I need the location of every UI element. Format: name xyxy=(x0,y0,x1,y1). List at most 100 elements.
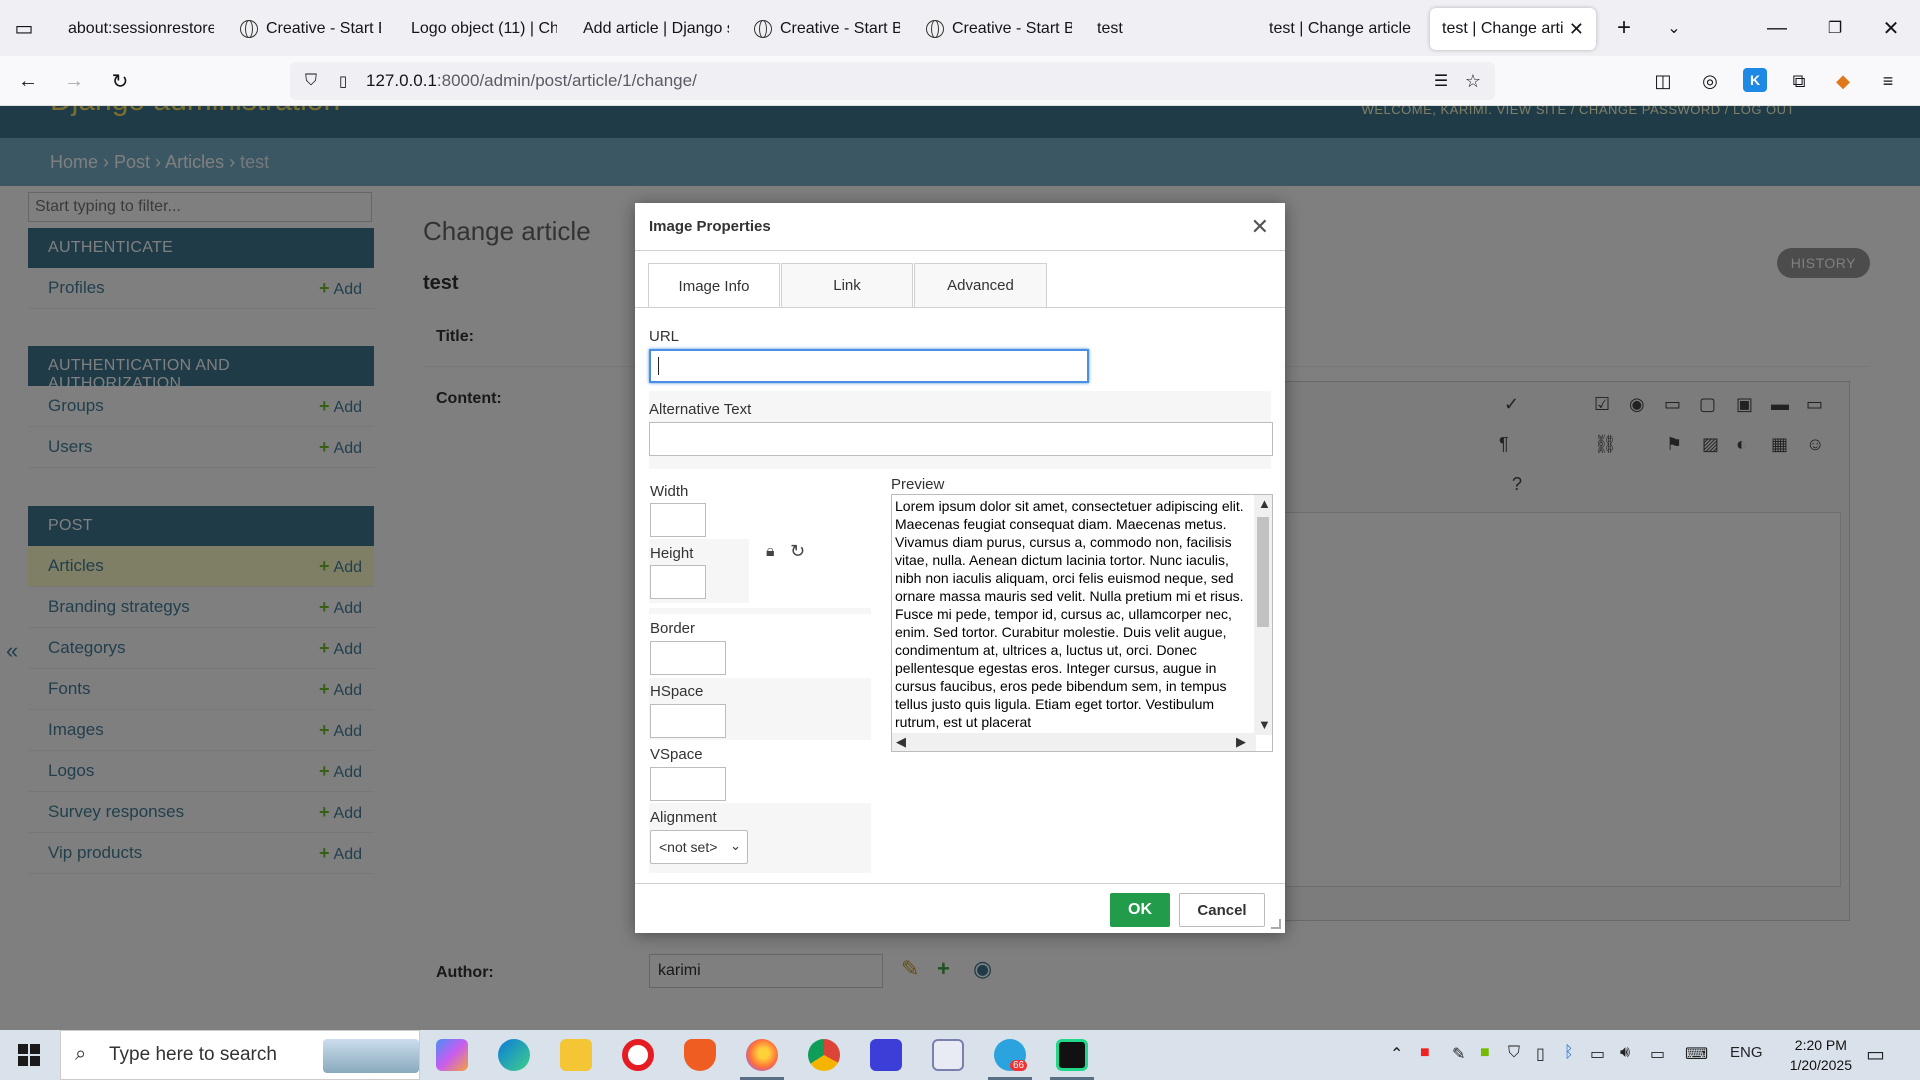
clock-date: 1/20/2025 xyxy=(1789,1057,1852,1073)
file-explorer-icon[interactable] xyxy=(560,1039,592,1071)
notifications-icon[interactable]: ▭ xyxy=(1866,1042,1885,1067)
tab-label: test xyxy=(1097,20,1123,37)
firefox-view-icon[interactable]: ▭ xyxy=(10,16,38,40)
preview-text: Lorem ipsum dolor sit amet, consectetuer… xyxy=(895,498,1244,730)
browser-nav-bar: ← → ↻ ⛉ ▯ 127.0.0.1:8000/admin/post/arti… xyxy=(0,56,1920,106)
edge-icon[interactable] xyxy=(498,1039,530,1071)
tab-add-article[interactable]: Add article | Django s xyxy=(571,8,741,50)
page-info-icon[interactable]: ▯ xyxy=(332,70,354,92)
scroll-right-icon[interactable]: ▶ xyxy=(1236,734,1246,750)
shield-app-icon[interactable] xyxy=(932,1039,964,1071)
close-icon[interactable]: ✕ xyxy=(1251,214,1269,240)
extension-k-icon[interactable]: K xyxy=(1743,68,1767,92)
height-input[interactable] xyxy=(650,565,706,599)
battery-icon[interactable]: ▭ xyxy=(1590,1044,1605,1064)
metamask-fox-icon[interactable]: ◆ xyxy=(1830,68,1856,94)
vspace-input[interactable] xyxy=(650,767,726,801)
language-indicator[interactable]: ENG xyxy=(1730,1044,1763,1061)
pocket-icon[interactable]: ◫ xyxy=(1650,68,1676,94)
url-bar[interactable]: ⛉ ▯ 127.0.0.1:8000/admin/post/article/1/… xyxy=(290,62,1495,100)
bluetooth-icon[interactable]: ᛒ xyxy=(1564,1044,1574,1062)
url-input[interactable] xyxy=(649,349,1089,383)
tab-link[interactable]: Link xyxy=(781,263,913,307)
tray-app-icon[interactable]: ■ xyxy=(1420,1044,1430,1062)
account-icon[interactable]: ◎ xyxy=(1697,68,1723,94)
search-highlight-image xyxy=(323,1039,419,1073)
windows-taskbar: ⌕ Type here to search 66 ⌃ ■ ✎ ■ ⛉ ▯ ᛒ ▭… xyxy=(0,1030,1920,1080)
nvidia-icon[interactable]: ■ xyxy=(1480,1044,1490,1062)
copilot-icon[interactable] xyxy=(436,1039,468,1071)
volume-icon[interactable]: 🔊︎ xyxy=(1620,1044,1630,1062)
alignment-value: <not set> xyxy=(659,839,718,855)
tab-label: Creative - Start Bo xyxy=(952,20,1072,37)
pycharm-icon[interactable] xyxy=(1056,1039,1088,1071)
tab-creative-1[interactable]: Creative - Start Bo xyxy=(228,8,393,50)
tray-device-icon[interactable]: ▯ xyxy=(1536,1044,1545,1064)
tab-creative-3[interactable]: Creative - Start Bo xyxy=(914,8,1084,50)
close-window-icon[interactable]: ✕ xyxy=(1876,14,1906,42)
opera-icon[interactable] xyxy=(622,1039,654,1071)
band-divider xyxy=(649,608,871,614)
scroll-down-icon[interactable]: ▼ xyxy=(1258,717,1271,732)
url-path: :8000/admin/post/article/1/change/ xyxy=(436,71,697,90)
extensions-puzzle-icon[interactable]: ⧉ xyxy=(1786,68,1812,94)
forward-icon[interactable]: → xyxy=(60,68,88,94)
tab-image-info[interactable]: Image Info xyxy=(648,263,780,308)
border-input[interactable] xyxy=(650,641,726,675)
restore-icon[interactable]: ❐ xyxy=(1820,14,1850,42)
globe-icon xyxy=(240,20,258,38)
alt-text-input[interactable] xyxy=(649,422,1273,456)
scroll-up-icon[interactable]: ▲ xyxy=(1258,496,1271,511)
firefox-icon[interactable] xyxy=(746,1039,778,1071)
width-input[interactable] xyxy=(650,503,706,537)
tab-label: about:sessionrestore xyxy=(68,20,214,37)
tab-logo-object[interactable]: Logo object (11) | Cha xyxy=(399,8,569,50)
globe-icon xyxy=(754,20,772,38)
preview-vertical-scrollbar[interactable]: ▲ ▼ xyxy=(1254,495,1272,735)
tab-sessionrestore[interactable]: about:sessionrestore xyxy=(56,8,226,50)
back-icon[interactable]: ← xyxy=(14,68,42,94)
preview-label: Preview xyxy=(891,476,945,493)
tab-advanced[interactable]: Advanced xyxy=(914,263,1047,307)
app-menu-icon[interactable]: ≡ xyxy=(1875,68,1901,94)
network-icon[interactable]: ▭ xyxy=(1650,1044,1665,1064)
tab-change-article-active[interactable]: test | Change article ✕ xyxy=(1430,8,1596,50)
tray-pen-icon[interactable]: ✎ xyxy=(1452,1044,1465,1064)
preview-horizontal-scrollbar[interactable]: ◀ ▶ xyxy=(892,733,1256,751)
security-icon[interactable]: ⛉ xyxy=(1508,1044,1520,1062)
tab-change-article-1[interactable]: test | Change article | xyxy=(1257,8,1427,50)
scroll-left-icon[interactable]: ◀ xyxy=(896,734,906,750)
cancel-button[interactable]: Cancel xyxy=(1179,893,1265,927)
search-icon: ⌕ xyxy=(75,1043,87,1065)
reload-icon[interactable]: ↻ xyxy=(106,68,134,94)
tab-test[interactable]: test xyxy=(1085,8,1255,50)
scroll-thumb[interactable] xyxy=(1257,517,1269,627)
clock-time: 2:20 PM xyxy=(1794,1037,1847,1053)
resize-handle-icon[interactable] xyxy=(1271,919,1281,929)
alignment-select[interactable]: <not set> ⌄ xyxy=(650,830,748,864)
tray-chevron-up-icon[interactable]: ⌃ xyxy=(1390,1044,1403,1064)
vscode-alt-icon[interactable] xyxy=(870,1039,902,1071)
new-tab-icon[interactable]: + xyxy=(1610,14,1638,42)
shield-icon[interactable]: ⛉ xyxy=(300,70,322,92)
lock-ratio-icon[interactable]: 🔒︎ xyxy=(766,543,775,561)
bookmark-star-icon[interactable]: ☆ xyxy=(1462,70,1484,92)
tab-creative-2[interactable]: Creative - Start Bo xyxy=(742,8,912,50)
url-host: 127.0.0.1 xyxy=(366,71,437,90)
taskbar-search[interactable]: ⌕ Type here to search xyxy=(60,1030,420,1080)
reader-view-icon[interactable]: ☰ xyxy=(1430,70,1452,92)
image-preview[interactable]: Lorem ipsum dolor sit amet, consectetuer… xyxy=(891,494,1273,752)
brave-icon[interactable] xyxy=(684,1039,716,1071)
chrome-icon[interactable] xyxy=(808,1039,840,1071)
minimize-icon[interactable]: — xyxy=(1762,14,1792,42)
reset-size-icon[interactable]: ↻ xyxy=(790,541,805,562)
windows-start-icon[interactable] xyxy=(18,1044,40,1066)
clock[interactable]: 2:20 PM 1/20/2025 xyxy=(1790,1035,1852,1075)
height-label: Height xyxy=(650,545,694,562)
list-tabs-icon[interactable]: ⌄ xyxy=(1660,14,1688,42)
close-tab-icon[interactable]: ✕ xyxy=(1563,19,1584,40)
ok-button[interactable]: OK xyxy=(1110,893,1170,927)
hspace-input[interactable] xyxy=(650,704,726,738)
tab-label: Creative - Start Bo xyxy=(780,20,900,37)
keyboard-icon[interactable]: ⌨ xyxy=(1685,1044,1708,1064)
